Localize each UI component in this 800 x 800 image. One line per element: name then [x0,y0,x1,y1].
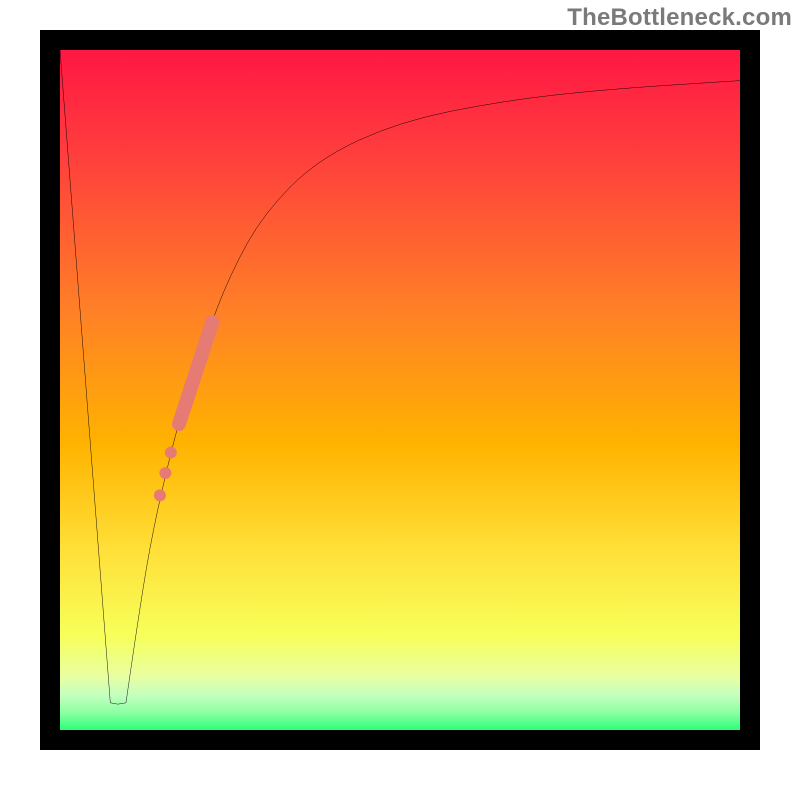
watermark-text: TheBottleneck.com [567,4,792,32]
response-curve [60,50,740,704]
marker-dot-3 [154,489,166,501]
figure-frame: TheBottleneck.com [0,0,800,800]
plot-outer-border [40,30,760,750]
highlight-markers [154,322,212,501]
marker-dot-1 [165,447,177,459]
bottleneck-curve [60,50,740,730]
marker-segment [179,322,212,424]
plot-area [60,50,740,730]
marker-dot-2 [159,467,171,479]
